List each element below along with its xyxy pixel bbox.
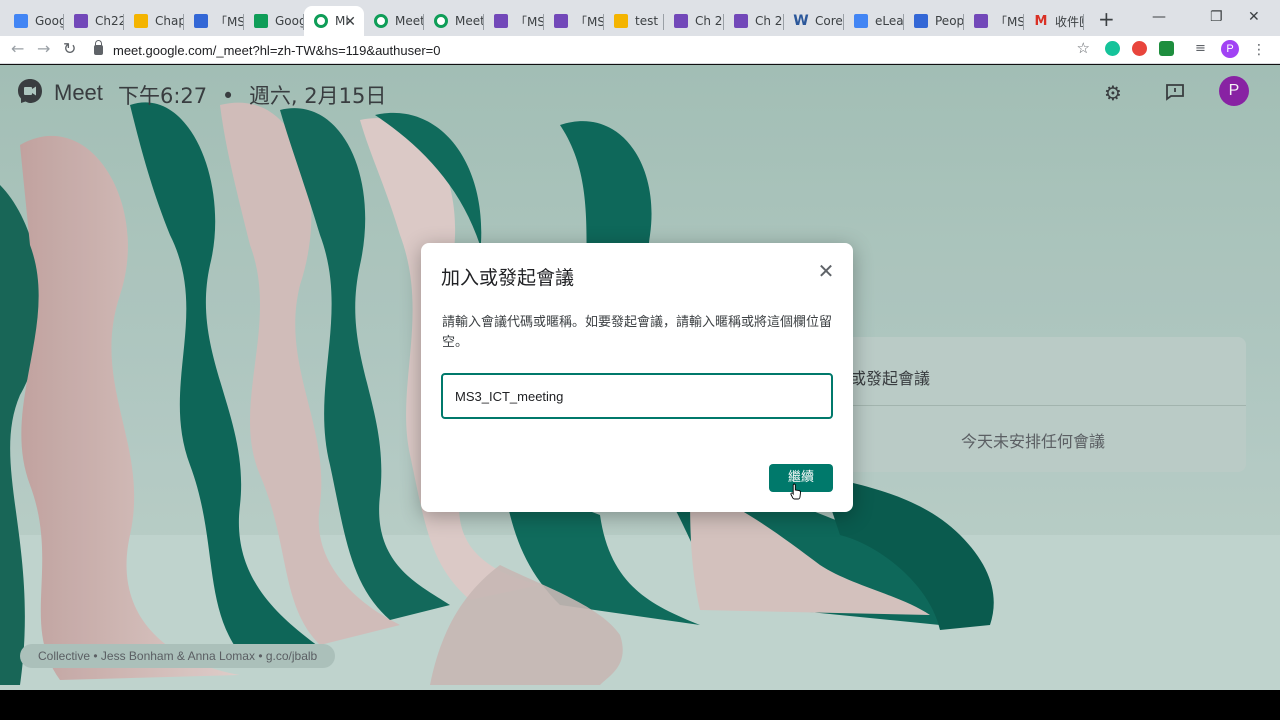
meet-icon (434, 14, 448, 28)
tab-title: Chapt (155, 14, 184, 28)
forward-icon[interactable]: → (37, 40, 50, 58)
new-tab-button[interactable]: + (1098, 9, 1115, 29)
reload-icon[interactable]: ↻ (63, 40, 76, 58)
browser-tab[interactable]: Ch22 (64, 6, 124, 36)
docs-icon (14, 14, 28, 28)
hand-cursor-icon (790, 483, 801, 500)
tab-title: Peopl (935, 14, 964, 28)
tab-title: Goog (35, 14, 64, 28)
url-text: meet.google.com/_meet?hl=zh-TW&hs=119&au… (113, 42, 441, 58)
tab-title: Meet (395, 14, 424, 28)
browser-tab[interactable]: Ch 22 (724, 6, 784, 36)
browser-toolbar: ← → ↻ meet.google.com/_meet?hl=zh-TW&hs=… (0, 36, 1280, 64)
minimize-icon[interactable]: — (1152, 9, 1166, 25)
browser-tab[interactable]: Peopl (904, 6, 964, 36)
tab-title: 「MS (995, 14, 1024, 29)
tab-title: 「MS (575, 14, 604, 29)
browser-tab[interactable]: 「MS (544, 6, 604, 36)
tab-title: Ch 22 (695, 14, 724, 28)
join-meeting-dialog: 加入或發起會議 ✕ 請輸入會議代碼或暱稱。如要發起會議，請輸入暱稱或將這個欄位留… (421, 243, 853, 512)
browser-tab[interactable]: eLear (844, 6, 904, 36)
lock-icon (94, 40, 103, 55)
close-window-icon[interactable]: ✕ (1248, 9, 1260, 25)
forms-icon (674, 14, 688, 28)
close-icon[interactable]: ✕ (816, 262, 836, 282)
browser-menu-icon[interactable]: ⋮ (1252, 41, 1266, 58)
forms-icon (734, 14, 748, 28)
slides-icon (134, 14, 148, 28)
browser-tab[interactable]: test (604, 6, 664, 36)
slides-icon (614, 14, 628, 28)
bookmark-star-icon[interactable]: ☆ (1077, 39, 1090, 57)
docs-icon (854, 14, 868, 28)
tab-title: Goog (275, 14, 304, 28)
browser-tab[interactable]: Chapt (124, 6, 184, 36)
browser-tab[interactable]: 「MS (964, 6, 1024, 36)
shield-extension-icon[interactable] (1159, 41, 1174, 56)
grammarly-extension-icon[interactable] (1105, 41, 1120, 56)
back-icon[interactable]: ← (11, 40, 24, 58)
browser-tab[interactable]: Mi ✕ (304, 6, 364, 36)
gmail-icon: M (1034, 13, 1048, 29)
word-icon: W (793, 13, 809, 29)
meet-icon (314, 14, 328, 28)
meet-icon (374, 14, 388, 28)
restore-icon[interactable]: ❐ (1210, 9, 1223, 25)
tab-title: Core (815, 14, 843, 28)
browser-tab[interactable]: Ch 22 (664, 6, 724, 36)
dialog-title: 加入或發起會議 (441, 267, 575, 289)
browser-tab[interactable]: 「MS (184, 6, 244, 36)
browser-tab[interactable]: 「MS (484, 6, 544, 36)
tab-title: Ch22 (95, 14, 124, 28)
dialog-description: 請輸入會議代碼或暱稱。如要發起會議，請輸入暱稱或將這個欄位留空。 (442, 315, 833, 350)
browser-tab[interactable]: W Core (784, 6, 844, 36)
browser-tab-strip: GoogCh22Chapt「MSGoogMi✕MeetMeet「MS「MStes… (0, 0, 1280, 36)
tab-title: 收件匣 (1055, 14, 1084, 29)
tab-title: Ch 22 (755, 14, 784, 28)
browser-tab[interactable]: Goog (244, 6, 304, 36)
browser-tab[interactable]: M 收件匣 (1024, 6, 1084, 36)
meeting-code-input[interactable] (441, 373, 833, 419)
bottom-bar (0, 690, 1280, 720)
classroom-icon (914, 14, 928, 28)
tab-separator (1083, 14, 1084, 30)
address-bar[interactable]: meet.google.com/_meet?hl=zh-TW&hs=119&au… (88, 38, 1098, 62)
classroom-icon (194, 14, 208, 28)
browser-profile-avatar[interactable]: P (1221, 40, 1239, 58)
forms-icon (974, 14, 988, 28)
browser-tab[interactable]: Meet (424, 6, 484, 36)
tab-title: eLear (875, 14, 904, 28)
browser-tab[interactable]: Goog (4, 6, 64, 36)
adblock-extension-icon[interactable] (1132, 41, 1147, 56)
maps-icon (254, 14, 268, 28)
forms-icon (74, 14, 88, 28)
tab-title: 「MS (515, 14, 544, 29)
close-tab-icon[interactable]: ✕ (344, 13, 356, 30)
tab-title: Meet (455, 14, 484, 28)
forms-icon (494, 14, 508, 28)
media-controls-icon[interactable]: ≡ (1195, 40, 1206, 58)
screen: GoogCh22Chapt「MSGoogMi✕MeetMeet「MS「MStes… (0, 0, 1280, 720)
browser-tab[interactable]: Meet (364, 6, 424, 36)
tab-title: 「MS (215, 14, 244, 29)
tab-title: test (635, 14, 659, 28)
forms-icon (554, 14, 568, 28)
